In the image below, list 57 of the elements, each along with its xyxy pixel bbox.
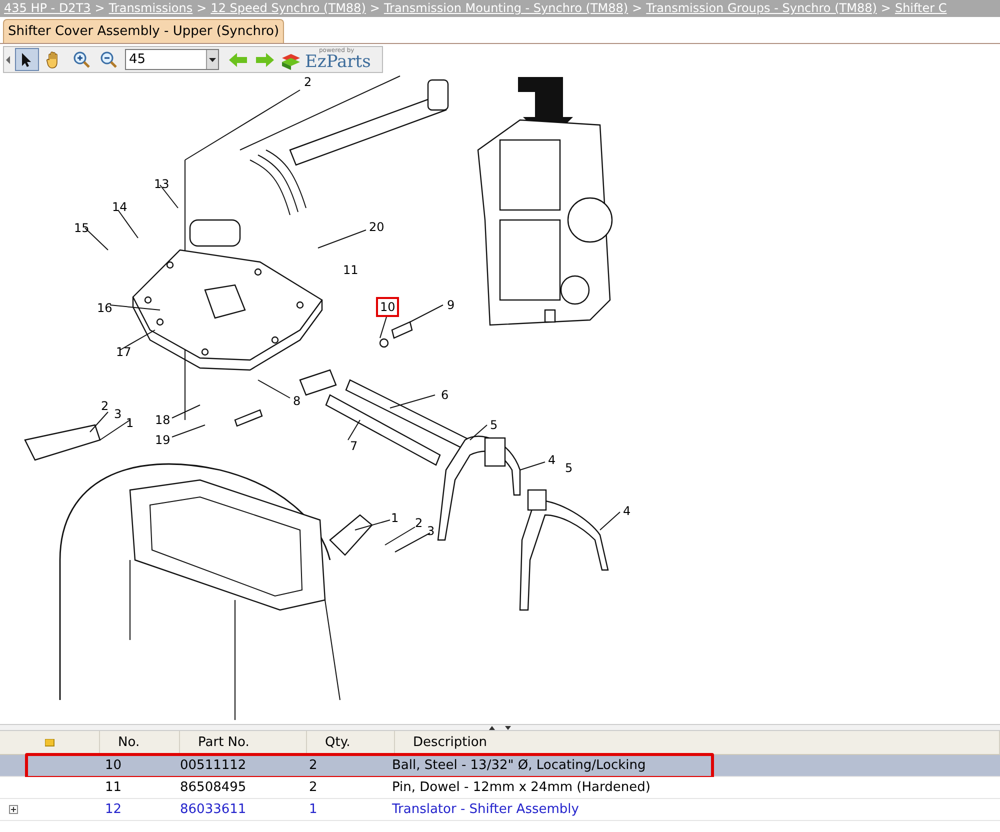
table-cell-text: 2 [308,778,318,797]
dropdown-caret-icon [209,58,216,62]
breadcrumb-separator: > [632,0,642,17]
table-row[interactable]: 11 86508495 2 Pin, Dowel - 12mm x 24mm (Hardened) [0,777,1000,799]
table-cell-text: Ball, Steel - 13/32" Ø, Locating/Locking [392,756,647,775]
column-header[interactable]: Description [395,731,1000,754]
table-row[interactable]: 10 00511112 2 Ball, Steel - 13/32" Ø, Locating/Locking [0,755,1000,777]
breadcrumb-separator: > [370,0,380,17]
expand-plus-icon[interactable] [9,805,18,814]
table-cell-text: 12 [104,800,123,819]
callout-number[interactable]: 4 [544,450,560,470]
table-cell-text: 10 [104,756,123,775]
callout-number[interactable]: 6 [437,385,453,405]
callout-number[interactable]: 13 [150,174,174,194]
toolbar-grip-icon[interactable] [6,56,10,64]
callout-number[interactable]: 1 [387,508,403,528]
zoom-in-icon [72,51,90,68]
table-cell-text: 1 [308,800,318,819]
toolbar-tool-button[interactable] [15,48,39,71]
callout-number[interactable]: 7 [346,436,362,456]
table-cell-text: 86508495 [180,778,248,797]
callout-number[interactable]: 19 [151,430,174,450]
table-cell-text: Translator - Shifter Assembly [392,800,580,819]
callout-number[interactable]: 5 [486,415,502,435]
callout-number[interactable]: 4 [619,501,635,521]
column-header[interactable]: Part No. [180,731,307,754]
callout-number[interactable]: 20 [365,217,388,237]
callout-number[interactable]: 9 [443,295,459,315]
callout-number[interactable]: 10 [376,297,400,317]
callout-number[interactable]: 17 [112,342,136,362]
tab[interactable]: Shifter Cover Assembly - Upper (Synchro) [3,19,284,43]
pointer-icon [21,52,33,68]
column-header[interactable]: No. [100,731,180,754]
callout-number[interactable]: 2 [300,72,316,92]
callout-number[interactable]: 2 [97,396,113,416]
column-header[interactable]: Qty. [307,731,395,754]
table-cell-text: 86033611 [180,800,248,819]
logo-wordmark: EzParts [305,54,371,71]
callout-number[interactable]: 16 [93,298,116,318]
zoom-dropdown[interactable]: 45 [125,49,219,70]
table-cell-text: Pin, Dowel - 12mm x 24mm (Hardened) [392,778,652,797]
callout-number[interactable]: 15 [70,218,94,238]
left-arrow-icon [229,52,247,66]
zoom-out-icon [100,51,116,68]
callout-number[interactable]: 14 [108,197,132,217]
breadcrumb-separator: > [94,0,105,17]
table-cell-text: 11 [104,778,123,797]
callout-number[interactable]: 5 [561,458,577,478]
breadcrumb-separator: > [196,0,207,17]
right-arrow-icon [256,52,274,66]
breadcrumb-separator: > [880,0,891,17]
table-cell-text: 00511112 [180,756,248,775]
callout-number[interactable]: 18 [151,410,174,430]
callout-number[interactable]: 11 [339,260,362,280]
callout-number[interactable]: 8 [289,391,305,411]
note-icon [44,738,54,746]
table-cell-text: 2 [308,756,318,775]
